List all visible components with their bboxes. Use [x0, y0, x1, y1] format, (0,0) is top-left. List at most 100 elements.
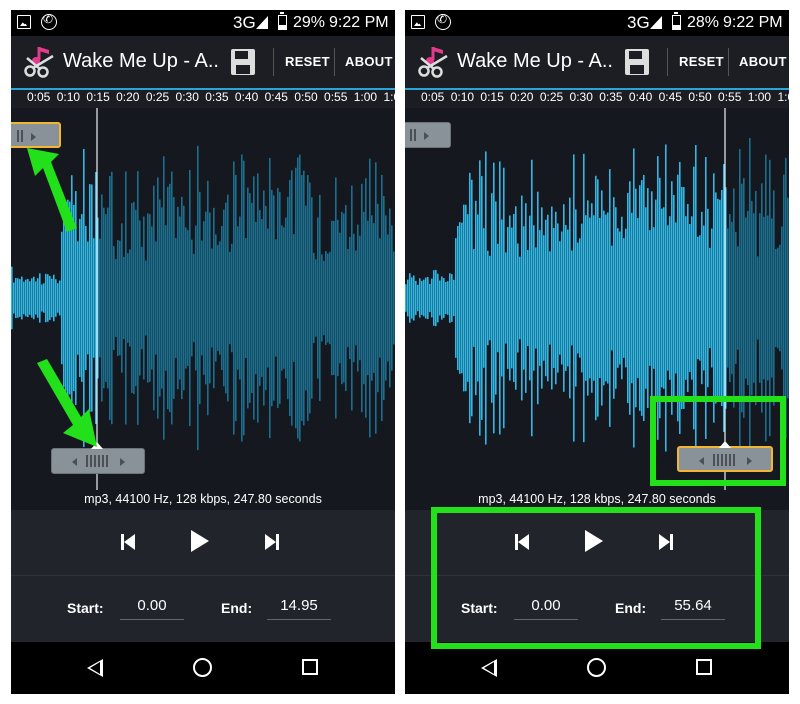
- waveform-bar: [193, 253, 195, 343]
- waveform-bar: [299, 154, 301, 442]
- start-field[interactable]: 0.00: [120, 594, 184, 620]
- waveform-bar: [775, 248, 777, 348]
- waveform-bar: [325, 251, 327, 345]
- waveform-bar: [33, 276, 35, 320]
- home-icon[interactable]: [587, 658, 606, 677]
- waveform-bar: [787, 197, 789, 399]
- waveform-bar: [309, 182, 311, 414]
- waveform-bar: [539, 230, 541, 366]
- waveform-bar: [259, 210, 261, 386]
- waveform-bar: [45, 273, 47, 323]
- waveform-bar: [465, 204, 467, 392]
- waveform-bar: [565, 225, 567, 371]
- waveform-bar: [273, 195, 275, 401]
- waveform-bar: [683, 187, 685, 409]
- skip-next-icon[interactable]: [265, 532, 281, 552]
- waveform-bar: [763, 216, 765, 380]
- save-icon[interactable]: [231, 49, 255, 75]
- waveform-bar: [111, 171, 113, 425]
- divider: [273, 48, 274, 76]
- waveform-bar: [523, 226, 525, 370]
- back-icon[interactable]: [481, 659, 497, 677]
- start-marker-handle[interactable]: [405, 122, 451, 148]
- home-icon[interactable]: [193, 658, 212, 677]
- waveform-bar: [723, 164, 725, 432]
- waveform-bar: [631, 212, 633, 384]
- waveform-bar: [247, 187, 249, 409]
- action-bar: Wake Me Up - A.. RESET ABOUT: [405, 36, 789, 88]
- waveform-bar: [375, 162, 377, 434]
- divider: [334, 48, 335, 76]
- timeline-tick: 0:20: [116, 90, 140, 104]
- about-button[interactable]: ABOUT: [345, 54, 393, 69]
- waveform-bar: [677, 174, 679, 422]
- waveform-bar: [53, 274, 55, 322]
- waveform-bar: [341, 211, 343, 385]
- waveform-bar: [43, 283, 45, 313]
- waveform-bar: [609, 169, 611, 427]
- reset-button[interactable]: RESET: [285, 54, 330, 69]
- waveform-bar: [31, 278, 33, 318]
- waveform-bar: [593, 215, 595, 381]
- waveform-bar: [611, 245, 613, 351]
- waveform-bar: [425, 277, 427, 319]
- timeline-tick: 0:05: [27, 90, 51, 104]
- waveform-bar: [737, 246, 739, 350]
- waveform-bar: [531, 159, 533, 437]
- battery-icon: [672, 12, 681, 30]
- waveform-bar: [599, 217, 601, 379]
- highlight-box-controls: [431, 507, 761, 649]
- waveform-bar: [505, 252, 507, 344]
- end-field[interactable]: 14.95: [267, 594, 331, 620]
- waveform-bar: [537, 191, 539, 405]
- waveform-bar: [759, 213, 761, 383]
- waveform-bar: [201, 240, 203, 356]
- waveform-bar: [113, 246, 115, 350]
- play-icon[interactable]: [191, 530, 211, 552]
- recent-apps-icon[interactable]: [696, 659, 712, 675]
- waveform-bar: [607, 212, 609, 384]
- waveform-bar: [495, 201, 497, 395]
- waveform-bar: [579, 238, 581, 358]
- waveform-bar: [587, 200, 589, 396]
- waveform-bar: [11, 266, 13, 330]
- waveform-bar: [141, 246, 143, 350]
- waveform-bar: [381, 174, 383, 422]
- waveform-bar: [315, 259, 317, 337]
- waveform-bar: [433, 270, 435, 326]
- waveform-bar: [59, 280, 61, 316]
- recent-apps-icon[interactable]: [302, 659, 318, 675]
- waveform-bar: [251, 202, 253, 394]
- battery-icon: [278, 12, 287, 30]
- about-button[interactable]: ABOUT: [739, 54, 787, 69]
- scissors-music-note-icon: [418, 47, 448, 78]
- waveform-bar: [581, 223, 583, 373]
- waveform-bar: [225, 202, 227, 394]
- timeline-tick: 1:05: [777, 90, 789, 104]
- waveform-bar: [507, 227, 509, 369]
- waveform-bar: [783, 174, 785, 422]
- back-icon[interactable]: [87, 659, 103, 677]
- waveform-bar: [713, 173, 715, 423]
- waveform-bar: [777, 247, 779, 349]
- skip-previous-icon[interactable]: [121, 532, 137, 552]
- waveform-bar: [751, 200, 753, 396]
- waveform-bar: [771, 218, 773, 378]
- reset-button[interactable]: RESET: [679, 54, 724, 69]
- waveform-bar: [275, 239, 277, 357]
- waveform-bar: [29, 281, 31, 315]
- waveform-bar: [199, 191, 201, 405]
- waveform-bar: [283, 227, 285, 369]
- annotation-arrow-icon: [37, 359, 97, 447]
- waveform-bar: [429, 283, 431, 313]
- save-icon[interactable]: [625, 49, 649, 75]
- waveform-bar: [105, 214, 107, 382]
- waveform-bar: [563, 204, 565, 392]
- waveform-bar: [337, 219, 339, 377]
- divider: [667, 48, 668, 76]
- waveform-bar: [551, 206, 553, 390]
- waveform-bar: [661, 208, 663, 388]
- waveform-bar: [459, 222, 461, 374]
- waveform-bar: [467, 214, 469, 382]
- waveform-bar: [149, 214, 151, 382]
